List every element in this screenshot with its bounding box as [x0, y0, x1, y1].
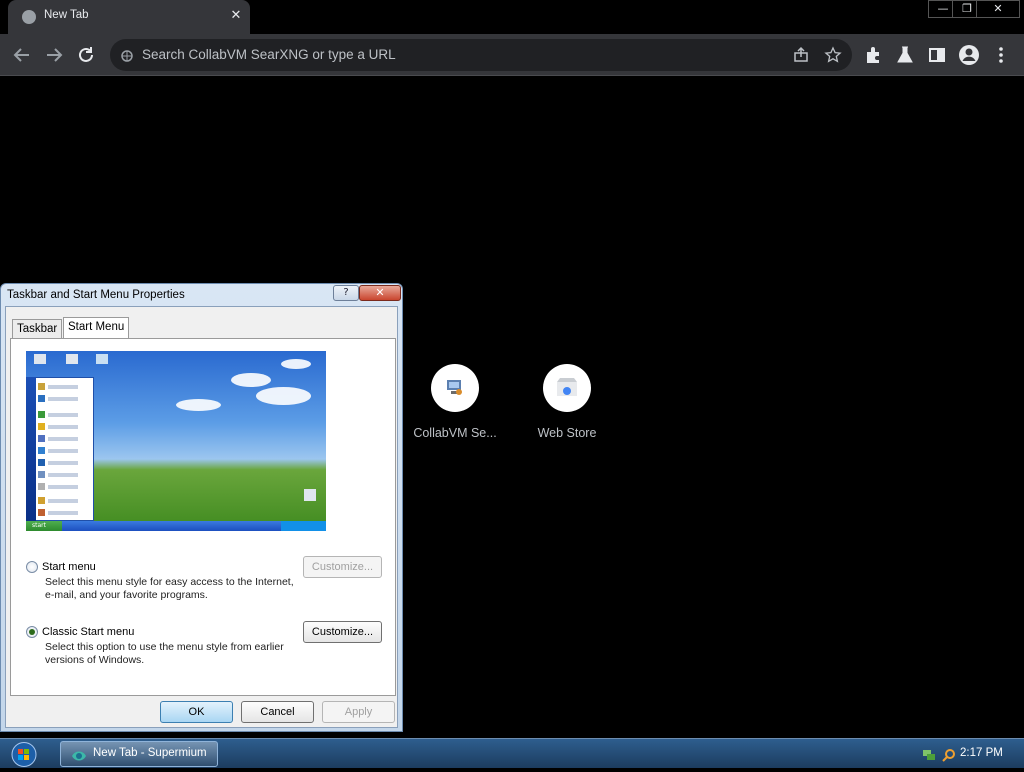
tab-close-icon[interactable]: ✕	[228, 8, 244, 24]
tab-start-menu[interactable]: Start Menu	[63, 317, 130, 339]
dialog-close-button[interactable]: ✕	[359, 285, 401, 301]
windows-taskbar: New Tab - Supermium 2:17 PM	[0, 738, 1024, 768]
labs-icon[interactable]	[894, 44, 916, 66]
ok-button[interactable]: OK	[160, 701, 233, 723]
star-icon[interactable]	[824, 46, 842, 64]
forward-icon[interactable]	[42, 43, 66, 67]
desktop-icon	[96, 354, 108, 364]
side-panel-icon[interactable]	[926, 44, 948, 66]
browser-toolbar: Search CollabVM SearXNG or type a URL	[0, 34, 1024, 76]
start-menu-description: Select this menu style for easy access t…	[45, 576, 294, 601]
reload-icon[interactable]	[74, 43, 98, 67]
shortcut-collabvm[interactable]: CollabVM Se...	[400, 364, 510, 454]
network-icon[interactable]	[922, 747, 936, 761]
shortcut-label: CollabVM Se...	[413, 426, 497, 440]
shortcut-label: Web Store	[537, 426, 597, 440]
browser-tab[interactable]: New Tab ✕	[8, 0, 250, 34]
back-icon[interactable]	[10, 43, 34, 67]
desktop-icon	[66, 354, 78, 364]
classic-start-menu-label: Classic Start menu	[42, 626, 135, 638]
tab-panel: start Start menu Select this menu style …	[10, 338, 396, 696]
classic-start-menu-description: Select this option to use the menu style…	[45, 641, 284, 666]
tab-taskbar[interactable]: Taskbar	[12, 319, 63, 339]
tab-strip: New Tab ✕ — ❐ ✕	[0, 0, 1024, 34]
globe-icon	[22, 10, 36, 24]
address-bar[interactable]: Search CollabVM SearXNG or type a URL	[110, 39, 852, 71]
window-close-button[interactable]: ✕	[976, 0, 1020, 18]
shortcut-web-store[interactable]: Web Store	[512, 364, 622, 454]
customize-classic-button[interactable]: Customize...	[303, 621, 382, 643]
search-tray-icon[interactable]	[942, 747, 956, 762]
help-button[interactable]: ?	[333, 285, 359, 301]
classic-start-menu-radio[interactable]	[26, 626, 38, 638]
recycle-bin-icon	[304, 489, 316, 501]
start-menu-label: Start menu	[42, 561, 96, 573]
cancel-button[interactable]: Cancel	[241, 701, 314, 723]
dialog-body: Taskbar Start Menu start Start menu Sele…	[5, 306, 398, 728]
tab-title: New Tab	[44, 9, 89, 21]
start-menu-radio[interactable]	[26, 561, 38, 573]
taskbar-button-label: New Tab - Supermium	[93, 747, 207, 759]
apply-button[interactable]: Apply	[322, 701, 395, 723]
preview-start-button: start	[26, 521, 62, 531]
address-placeholder: Search CollabVM SearXNG or type a URL	[142, 47, 396, 62]
profile-icon[interactable]	[958, 44, 980, 66]
share-icon[interactable]	[792, 46, 810, 64]
taskbar-button-supermium[interactable]: New Tab - Supermium	[60, 741, 218, 767]
dialog-title: Taskbar and Start Menu Properties	[7, 289, 185, 301]
supermium-icon	[71, 748, 87, 762]
web-store-icon	[543, 364, 591, 412]
extensions-icon[interactable]	[862, 44, 884, 66]
search-engine-icon	[120, 48, 134, 62]
collabvm-icon	[431, 364, 479, 412]
desktop-icon	[34, 354, 46, 364]
taskbar-properties-dialog: Taskbar and Start Menu Properties ? ✕ Ta…	[0, 283, 403, 732]
customize-start-menu-button[interactable]: Customize...	[303, 556, 382, 578]
clock[interactable]: 2:17 PM	[960, 747, 1003, 759]
menu-icon[interactable]	[990, 44, 1012, 66]
start-orb-icon[interactable]	[8, 741, 40, 768]
preview-tray	[281, 521, 326, 531]
start-menu-preview: start	[26, 351, 326, 531]
